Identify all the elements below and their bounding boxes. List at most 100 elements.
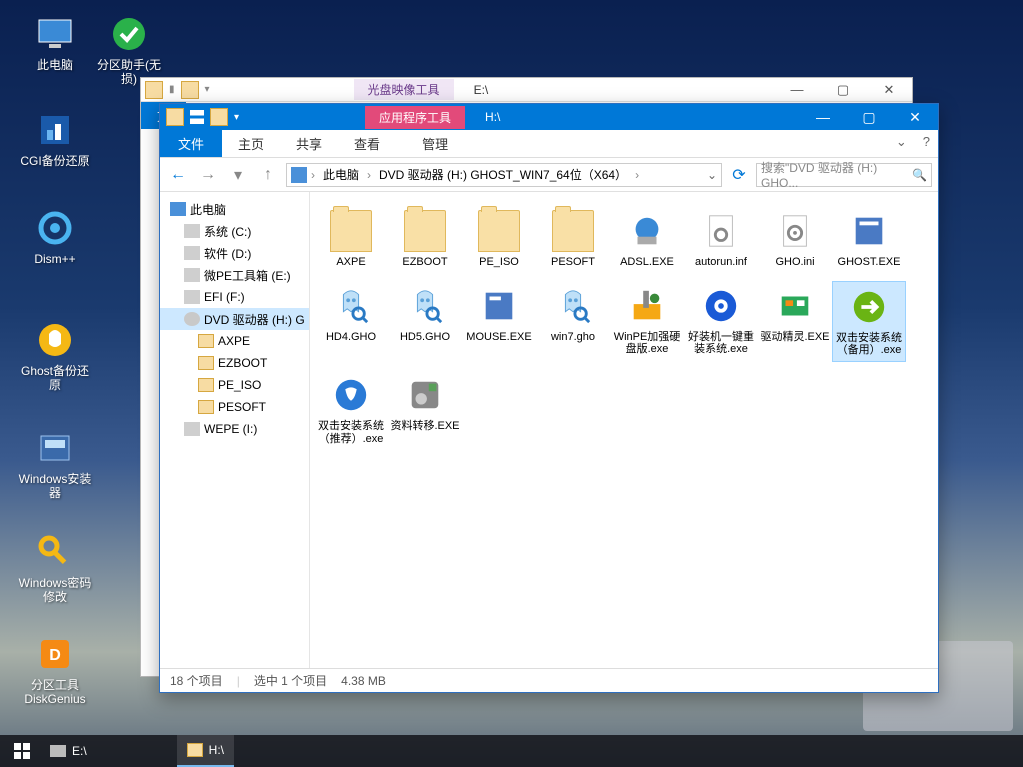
tree-drive-f[interactable]: EFI (F:) bbox=[160, 286, 309, 308]
drive-icon bbox=[50, 745, 66, 757]
maximize-button[interactable]: ▢ bbox=[846, 105, 892, 130]
file-label: 双击安装系统（推荐）.exe bbox=[315, 420, 387, 445]
file-item[interactable]: 驱动精灵.EXE bbox=[758, 281, 832, 362]
breadcrumb[interactable]: › 此电脑 › DVD 驱动器 (H:) GHOST_WIN7_64位（X64）… bbox=[286, 163, 722, 187]
file-item[interactable]: win7.gho bbox=[536, 281, 610, 362]
file-label: autorun.inf bbox=[685, 256, 757, 269]
label: AXPE bbox=[218, 334, 250, 348]
tree-mycomputer[interactable]: 此电脑 bbox=[160, 198, 309, 220]
label: DVD 驱动器 (H:) G bbox=[204, 311, 305, 328]
label: E:\ bbox=[72, 744, 87, 758]
tree-drive-c[interactable]: 系统 (C:) bbox=[160, 220, 309, 242]
address-dropdown[interactable]: ⌄ bbox=[707, 168, 717, 182]
window-buttons: — ▢ ✕ bbox=[800, 105, 938, 130]
ghost-icon bbox=[35, 320, 75, 360]
titlebar[interactable]: ▾ 应用程序工具 H:\ — ▢ ✕ bbox=[160, 104, 938, 130]
file-item[interactable]: WinPE加强硬盘版.exe bbox=[610, 281, 684, 362]
tree-dvd-h[interactable]: DVD 驱动器 (H:) G bbox=[160, 308, 309, 330]
tree-folder-ezboot[interactable]: EZBOOT bbox=[160, 352, 309, 374]
taskbar-item-h[interactable]: H:\ bbox=[177, 735, 234, 767]
file-item[interactable]: PESOFT bbox=[536, 206, 610, 273]
search-input[interactable]: 搜索"DVD 驱动器 (H:) GHO... 🔍 bbox=[756, 163, 932, 187]
file-item[interactable]: GHO.ini bbox=[758, 206, 832, 273]
file-item[interactable]: EZBOOT bbox=[388, 206, 462, 273]
desktop-icon-wininst[interactable]: Windows安装器 bbox=[18, 428, 92, 501]
maximize-button[interactable]: ▢ bbox=[820, 78, 866, 101]
ribbon-tab-share[interactable]: 共享 bbox=[280, 130, 338, 157]
file-item[interactable]: HD4.GHO bbox=[314, 281, 388, 362]
file-item[interactable]: AXPE bbox=[314, 206, 388, 273]
ribbon-tab-view[interactable]: 查看 bbox=[338, 130, 396, 157]
gho-icon bbox=[330, 285, 372, 327]
file-pane[interactable]: AXPEEZBOOTPE_ISOPESOFTADSL.EXEautorun.in… bbox=[310, 192, 938, 668]
chevron-right-icon[interactable]: › bbox=[311, 168, 315, 182]
minimize-button[interactable]: — bbox=[800, 105, 846, 130]
start-button[interactable] bbox=[4, 735, 40, 767]
ribbon-tab-manage[interactable]: 管理 bbox=[406, 130, 464, 157]
chevron-right-icon[interactable]: › bbox=[367, 168, 371, 182]
file-item[interactable]: 好装机一键重装系统.exe bbox=[684, 281, 758, 362]
file-item[interactable]: ADSL.EXE bbox=[610, 206, 684, 273]
tree-drive-d[interactable]: 软件 (D:) bbox=[160, 242, 309, 264]
crumb-dvd[interactable]: DVD 驱动器 (H:) GHOST_WIN7_64位（X64） bbox=[375, 166, 631, 183]
file-item[interactable]: 双击安装系统（备用）.exe bbox=[832, 281, 906, 362]
label: CGI备份还原 bbox=[18, 154, 92, 168]
qat-dropdown[interactable]: ▾ bbox=[234, 112, 239, 123]
file-label: GHO.ini bbox=[759, 256, 831, 269]
tree-folder-peiso[interactable]: PE_ISO bbox=[160, 374, 309, 396]
file-label: HD4.GHO bbox=[315, 331, 387, 344]
diskgenius-icon: D bbox=[35, 634, 75, 674]
explorer-window: ▾ 应用程序工具 H:\ — ▢ ✕ 文件 主页 共享 查看 管理 ⌄ ? ← … bbox=[159, 103, 939, 693]
chevron-right-icon[interactable]: › bbox=[635, 168, 639, 182]
tree-drive-i[interactable]: WEPE (I:) bbox=[160, 418, 309, 440]
contextual-tab[interactable]: 应用程序工具 bbox=[365, 106, 465, 129]
file-label: PESOFT bbox=[537, 256, 609, 269]
install-icon bbox=[330, 374, 372, 416]
up-button[interactable]: ↑ bbox=[256, 163, 280, 187]
close-button[interactable]: ✕ bbox=[892, 105, 938, 130]
qat-dropdown[interactable]: ▾ bbox=[205, 84, 210, 95]
label: 此电脑 bbox=[190, 201, 226, 218]
back-button[interactable]: ← bbox=[166, 163, 190, 187]
close-button[interactable]: ✕ bbox=[866, 78, 912, 101]
file-item[interactable]: autorun.inf bbox=[684, 206, 758, 273]
desktop-icon-diskgenius[interactable]: D 分区工具DiskGenius bbox=[18, 634, 92, 707]
desktop-icon-mycomputer[interactable]: 此电脑 bbox=[18, 14, 92, 72]
desktop-icon-cgi[interactable]: CGI备份还原 bbox=[18, 110, 92, 168]
label: PESOFT bbox=[218, 400, 266, 414]
refresh-button[interactable]: ⟳ bbox=[728, 164, 750, 186]
desktop-icon-partassist[interactable]: 分区助手(无损) bbox=[92, 14, 166, 87]
partassist-icon bbox=[109, 14, 149, 54]
ribbon-expand-button[interactable]: ⌄ bbox=[888, 130, 915, 157]
tree-folder-axpe[interactable]: AXPE bbox=[160, 330, 309, 352]
forward-button[interactable]: → bbox=[196, 163, 220, 187]
label: 分区工具DiskGenius bbox=[18, 678, 92, 707]
desktop-icon-winkey[interactable]: Windows密码修改 bbox=[18, 532, 92, 605]
desktop-icon-dism[interactable]: Dism++ bbox=[18, 208, 92, 266]
svg-text:D: D bbox=[49, 647, 61, 664]
ribbon-tab-home[interactable]: 主页 bbox=[222, 130, 280, 157]
minimize-button[interactable]: — bbox=[774, 78, 820, 101]
file-item[interactable]: 资料转移.EXE bbox=[388, 370, 462, 449]
folder-icon bbox=[166, 108, 184, 126]
file-menu[interactable]: 文件 bbox=[160, 130, 222, 157]
file-item[interactable]: HD5.GHO bbox=[388, 281, 462, 362]
help-button[interactable]: ? bbox=[915, 130, 938, 157]
search-icon[interactable]: 🔍 bbox=[912, 168, 927, 182]
pc-icon bbox=[35, 14, 75, 54]
file-item[interactable]: 双击安装系统（推荐）.exe bbox=[314, 370, 388, 449]
tree-folder-pesoft[interactable]: PESOFT bbox=[160, 396, 309, 418]
drive-icon bbox=[184, 290, 200, 304]
desktop-icon-ghost[interactable]: Ghost备份还原 bbox=[18, 320, 92, 393]
contextual-tab[interactable]: 光盘映像工具 bbox=[354, 79, 454, 100]
crumb-pc[interactable]: 此电脑 bbox=[319, 166, 363, 183]
file-item[interactable]: PE_ISO bbox=[462, 206, 536, 273]
history-dropdown[interactable]: ▾ bbox=[226, 163, 250, 187]
tree-drive-e[interactable]: 微PE工具箱 (E:) bbox=[160, 264, 309, 286]
address-bar-row: ← → ▾ ↑ › 此电脑 › DVD 驱动器 (H:) GHOST_WIN7_… bbox=[160, 158, 938, 192]
file-item[interactable]: MOUSE.EXE bbox=[462, 281, 536, 362]
titlebar[interactable]: ▮ ▾ 光盘映像工具 E:\ — ▢ ✕ bbox=[141, 78, 912, 102]
taskbar-item-e[interactable]: E:\ bbox=[40, 735, 97, 767]
taskbar[interactable]: E:\ H:\ bbox=[0, 735, 1023, 767]
file-item[interactable]: GHOST.EXE bbox=[832, 206, 906, 273]
